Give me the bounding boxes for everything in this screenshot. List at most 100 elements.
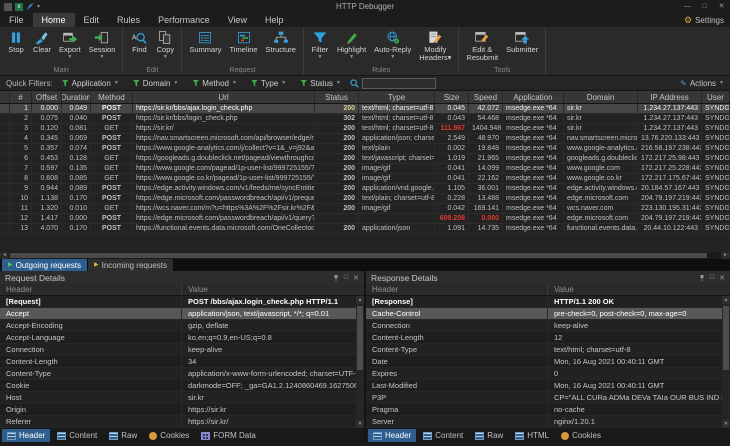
request-row[interactable]: 5 0.357 0.074 POST https://www.google-an…	[0, 144, 730, 154]
ribbon-button-edit-resubmit[interactable]: Edit & Resubmit	[463, 28, 501, 63]
app-icon[interactable]	[4, 3, 12, 11]
minimize-button[interactable]: —	[679, 0, 696, 13]
menu-home[interactable]: Home	[33, 13, 75, 27]
tab-cookies[interactable]: Cookies	[556, 429, 606, 442]
ribbon-button-clear[interactable]: Clear	[30, 28, 54, 55]
header-row-last-modified[interactable]: Last-Modified Mon, 16 Aug 2021 00:40:11 …	[366, 380, 730, 392]
header-row-accept[interactable]: Accept application/json, text/javascript…	[0, 308, 364, 320]
pin-icon[interactable]	[333, 274, 339, 282]
header-row-content-type[interactable]: Content-Type application/x-www-form-urle…	[0, 368, 364, 380]
maximize-button[interactable]: □	[696, 0, 713, 13]
ribbon-button-export[interactable]: Export ▼	[56, 28, 84, 61]
tab-cookies[interactable]: Cookies	[144, 429, 194, 442]
maximize-panel-icon[interactable]: □	[710, 274, 714, 281]
scroll-down-icon[interactable]: ▼	[356, 420, 364, 428]
scroll-right-icon[interactable]: ►	[721, 252, 730, 259]
request-row[interactable]: 2 0.075 0.040 POST https://sir.kr/bbs/lo…	[0, 114, 730, 124]
col-type[interactable]: Type	[359, 91, 435, 103]
col-application[interactable]: Application	[503, 91, 564, 103]
col-size[interactable]: Size	[435, 91, 469, 103]
tab-outgoing-requests[interactable]: ▶ Outgoing requests	[2, 259, 87, 271]
hscroll-thumb[interactable]	[10, 253, 707, 258]
header-row-accept-language[interactable]: Accept-Language ko,en;q=0.9,en-US;q=0.8	[0, 332, 364, 344]
request-row[interactable]: 3 0.120 0.081 GET https://sir.kr/ 200 te…	[0, 124, 730, 134]
header-row-content-type[interactable]: Content-Type text/html; charset=utf-8	[366, 344, 730, 356]
menu-view[interactable]: View	[219, 13, 256, 27]
header-row-cookie[interactable]: Cookie darkmode=OFF; _ga=GA1.2.124086046…	[0, 380, 364, 392]
header-row-cache-control[interactable]: Cache-Control pre-check=0, post-check=0,…	[366, 308, 730, 320]
tab-content[interactable]: Content	[52, 429, 102, 442]
menu-performance[interactable]: Performance	[149, 13, 219, 27]
ribbon-button-copy[interactable]: Copy ▼	[153, 28, 177, 61]
search-input[interactable]	[362, 78, 436, 89]
header-row-referer[interactable]: Referer https://sir.kr/	[0, 416, 364, 428]
quick-filter-type[interactable]: Type ▼	[251, 79, 286, 88]
excel-export-icon[interactable]: x	[15, 3, 23, 11]
vscroll-thumb[interactable]	[357, 306, 363, 370]
ribbon-button-modifyheaders[interactable]: Modify Headers▾	[416, 28, 454, 63]
pin-icon[interactable]	[699, 274, 705, 282]
header-row-request[interactable]: [Request] POST /bbs/ajax.login_check.php…	[0, 296, 364, 308]
header-row-expires[interactable]: Expires 0	[366, 368, 730, 380]
scroll-up-icon[interactable]: ▲	[356, 296, 364, 304]
header-row-origin[interactable]: Origin https://sir.kr	[0, 404, 364, 416]
col-offset[interactable]: Offset	[32, 91, 62, 103]
menu-help[interactable]: Help	[256, 13, 293, 27]
tab-raw[interactable]: Raw	[470, 429, 508, 442]
header-row-pragma[interactable]: Pragma no-cache	[366, 404, 730, 416]
menu-edit[interactable]: Edit	[75, 13, 109, 27]
request-row[interactable]: 11 1.320 0.010 GET https://wcs.naver.com…	[0, 204, 730, 214]
request-row[interactable]: 10 1.138 0.170 POST https://edge.microso…	[0, 194, 730, 204]
quick-filter-domain[interactable]: Domain ▼	[133, 79, 179, 88]
col-user[interactable]: User	[702, 91, 730, 103]
request-row[interactable]: 4 0.345 0.069 POST https://nav.smartscre…	[0, 134, 730, 144]
ribbon-button-filter[interactable]: Filter ▼	[308, 28, 332, 61]
header-row-connection[interactable]: Connection keep-alive	[366, 320, 730, 332]
ribbon-button-auto-reply[interactable]: Auto-Reply ▼	[371, 28, 414, 61]
close-button[interactable]: ✕	[713, 0, 730, 13]
actions-button[interactable]: ✎ Actions ▼	[680, 79, 724, 88]
col-speed[interactable]: Speed	[469, 91, 503, 103]
menu-rules[interactable]: Rules	[108, 13, 149, 27]
tab-header[interactable]: Header	[368, 429, 416, 442]
quick-filter-status[interactable]: Status ▼	[300, 79, 341, 88]
header-row-response[interactable]: [Response] HTTP/1.1 200 OK	[366, 296, 730, 308]
tab-raw[interactable]: Raw	[104, 429, 142, 442]
tab-content[interactable]: Content	[418, 429, 468, 442]
menu-file[interactable]: File	[0, 13, 33, 27]
ribbon-button-session[interactable]: Session ▼	[86, 28, 119, 61]
col-ip[interactable]: IP Address	[638, 91, 702, 103]
scroll-up-icon[interactable]: ▲	[722, 296, 730, 304]
col-method[interactable]: Method	[91, 91, 133, 103]
request-row[interactable]: 6 0.453 0.128 GET https://googleads.g.do…	[0, 154, 730, 164]
ribbon-button-structure[interactable]: Structure	[263, 28, 299, 55]
header-row-server[interactable]: Server nginx/1.20.1	[366, 416, 730, 428]
settings-button[interactable]: ⚙ Settings	[684, 13, 730, 27]
header-row-content-length[interactable]: Content-Length 12	[366, 332, 730, 344]
request-row[interactable]: 7 0.597 0.135 GET https://www.google.com…	[0, 164, 730, 174]
tab-html[interactable]: HTML	[510, 429, 554, 442]
vscroll-thumb[interactable]	[723, 306, 729, 370]
close-panel-icon[interactable]: ✕	[353, 274, 359, 282]
ribbon-button-stop[interactable]: Stop	[4, 28, 28, 55]
scroll-down-icon[interactable]: ▼	[722, 420, 730, 428]
header-row-date[interactable]: Date Mon, 16 Aug 2021 00:40:11 GMT	[366, 356, 730, 368]
maximize-panel-icon[interactable]: □	[344, 274, 348, 281]
tab-form-data[interactable]: FORM Data	[196, 429, 261, 442]
request-row[interactable]: 9 0.944 0.089 POST https://edge.activity…	[0, 184, 730, 194]
header-row-accept-encoding[interactable]: Accept-Encoding gzip, deflate	[0, 320, 364, 332]
clear-quick-icon[interactable]	[26, 3, 34, 11]
tab-header[interactable]: Header	[2, 429, 50, 442]
col-domain[interactable]: Domain	[564, 91, 638, 103]
ribbon-button-find[interactable]: A Find	[127, 28, 151, 55]
close-panel-icon[interactable]: ✕	[719, 274, 725, 282]
col-num[interactable]: #	[10, 91, 32, 103]
header-row-p3p[interactable]: P3P CP="ALL CURa ADMa DEVa TAIa OUR BUS …	[366, 392, 730, 404]
ribbon-button-timeline[interactable]: Timeline	[226, 28, 260, 55]
qat-dropdown-icon[interactable]: ▾	[37, 3, 40, 10]
col-duration[interactable]: Duration	[62, 91, 91, 103]
request-row[interactable]: 1 0.000 0.049 POST https://sir.kr/bbs/aj…	[0, 104, 730, 114]
request-row[interactable]: 8 0.608 0.085 GET https://www.google.co.…	[0, 174, 730, 184]
col-status[interactable]: Status	[315, 91, 359, 103]
ribbon-button-highlight[interactable]: Highlight ▼	[334, 28, 369, 61]
